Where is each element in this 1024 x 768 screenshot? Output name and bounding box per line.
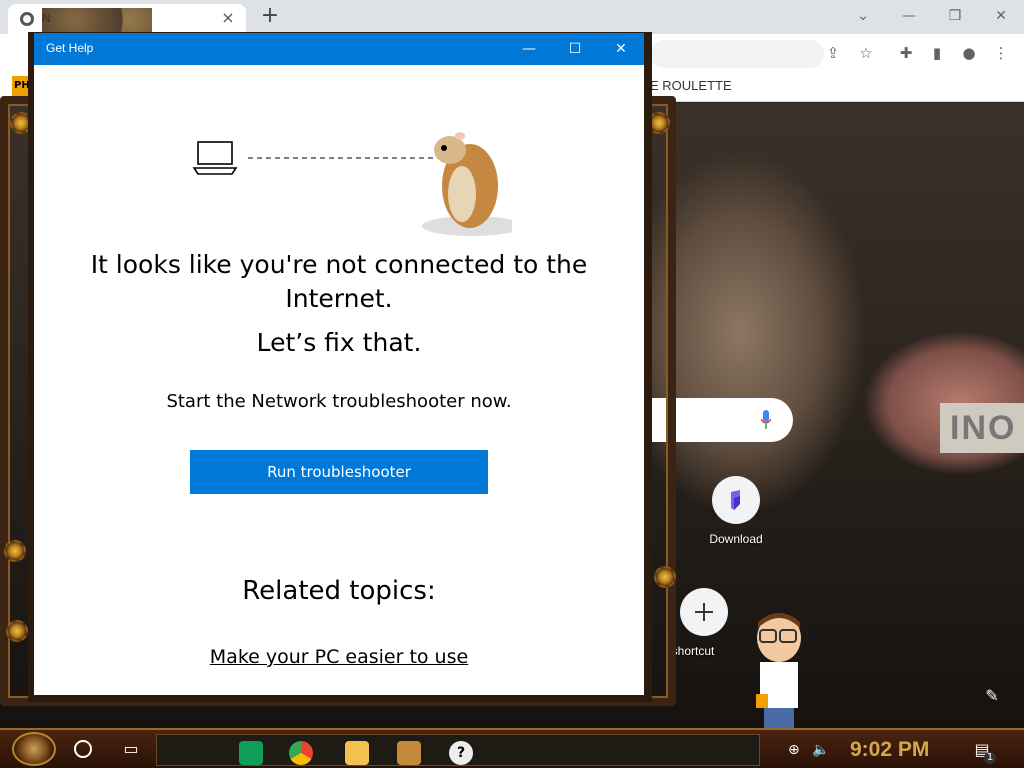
start-button[interactable]	[12, 732, 56, 766]
gear-icon	[4, 540, 26, 562]
background-sign: INO	[940, 403, 1024, 453]
tab-close-icon[interactable]: ×	[218, 8, 238, 28]
extensions-icon[interactable]: ✚	[895, 42, 917, 64]
tab-search-chevron-icon[interactable]: ⌄	[848, 4, 878, 28]
taskbar-apps-area: ?	[156, 734, 760, 766]
cortana-icon[interactable]	[74, 740, 92, 758]
taskbar: ▭ ? ⊕ 🔈 9:02 PM ▤ 1	[0, 728, 1024, 768]
browser-menu-icon[interactable]: ⋮	[990, 42, 1012, 64]
get-help-titlebar[interactable]: Get Help — ☐ ✕	[34, 33, 644, 65]
laptop-icon	[192, 141, 238, 175]
hamster-icon	[422, 132, 512, 236]
gear-icon	[654, 566, 676, 588]
gear-icon	[6, 620, 28, 642]
tab-strip: N × + ⌄ — ❐ ✕	[0, 0, 1024, 34]
profile-avatar-icon[interactable]: ●	[958, 42, 980, 64]
microphone-icon[interactable]	[761, 410, 771, 430]
help-icon[interactable]: ?	[449, 741, 473, 765]
cartoon-character-sticker	[756, 613, 801, 728]
network-icon[interactable]: ⊕	[788, 740, 800, 760]
volume-muted-icon[interactable]: 🔈	[812, 740, 829, 760]
related-topic-link[interactable]: Make your PC easier to use	[210, 646, 468, 668]
task-view-icon[interactable]: ▭	[120, 738, 142, 760]
window-title: Get Help	[46, 41, 94, 55]
related-topic-link-container: Make your PC easier to use	[34, 644, 644, 670]
page-heading: It looks like you're not connected to th…	[90, 250, 588, 313]
new-tab-button[interactable]: +	[258, 4, 282, 28]
run-troubleshooter-button[interactable]: Run troubleshooter	[190, 450, 488, 494]
address-bar[interactable]	[650, 40, 824, 68]
chrome-icon[interactable]	[289, 741, 313, 765]
notification-center-icon[interactable]: ▤ 1	[970, 738, 996, 764]
related-topics-heading: Related topics:	[242, 576, 436, 606]
browser-tab[interactable]: N ×	[8, 4, 246, 34]
instruction-text: Start the Network troubleshooter now.	[166, 391, 512, 412]
download-app-icon	[712, 476, 760, 524]
steampunk-gears-decoration	[42, 8, 152, 32]
page-subheading: Let’s fix that.	[256, 328, 422, 357]
browser-minimize-button[interactable]: —	[894, 4, 924, 28]
browser-close-button[interactable]: ✕	[986, 4, 1016, 28]
shortcut-download[interactable]: Download	[691, 476, 781, 546]
customize-pencil-icon[interactable]: ✎	[982, 686, 1002, 706]
chrome-tab-favicon-icon	[20, 12, 34, 26]
clock[interactable]: 9:02 PM	[850, 734, 929, 766]
sheets-icon[interactable]	[239, 741, 263, 765]
maximize-button[interactable]: ☐	[552, 33, 598, 65]
share-icon[interactable]: ⇪	[822, 42, 844, 64]
folder-icon[interactable]	[345, 741, 369, 765]
close-button[interactable]: ✕	[598, 33, 644, 65]
bookmark-item[interactable]: E ROULETTE	[650, 78, 732, 93]
game-icon[interactable]	[397, 741, 421, 765]
side-panel-icon[interactable]: ▮	[926, 42, 948, 64]
minimize-button[interactable]: —	[506, 33, 552, 65]
no-connection-illustration	[192, 132, 512, 236]
notification-count-badge: 1	[984, 752, 996, 764]
plus-icon	[680, 588, 728, 636]
browser-restore-button[interactable]: ❐	[940, 4, 970, 28]
shortcut-label: Download	[709, 532, 763, 546]
tab-title: N	[42, 11, 51, 25]
bookmark-star-icon[interactable]: ☆	[855, 42, 877, 64]
